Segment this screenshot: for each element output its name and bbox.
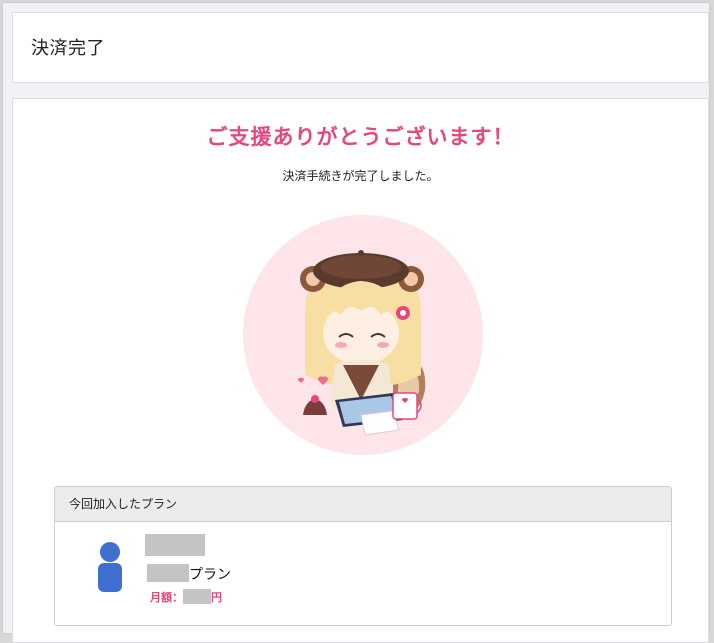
price-label: 月額： — [150, 591, 183, 604]
header-card: 決済完了 — [12, 12, 709, 83]
plan-panel-heading: 今回加入したプラン — [55, 487, 671, 522]
thanks-heading: ご支援ありがとうございます！ — [206, 125, 515, 149]
redacted-creator-name — [145, 534, 205, 556]
completion-message: 決済手続きが完了しました。 — [282, 169, 439, 183]
page-frame: 決済完了 ご支援ありがとうございます！ 決済手続きが完了しました。 今回加入した… — [2, 2, 710, 643]
plan-suffix: プラン — [189, 567, 231, 583]
monthly-price: 月額： 円 — [150, 589, 222, 604]
completion-card: ご支援ありがとうございます！ 決済手続きが完了しました。 今回加入したプラン プ… — [12, 98, 709, 643]
chibi-squirrel-girl-illustration — [243, 215, 483, 455]
redacted-price-amount — [183, 589, 211, 604]
joined-plan-panel: 今回加入したプラン プラン 月額： 円 — [54, 486, 672, 626]
currency-label: 円 — [211, 591, 222, 604]
plan-name: プラン — [147, 564, 231, 583]
page-title: 決済完了 — [31, 38, 105, 59]
user-icon — [98, 542, 122, 592]
redacted-plan-name — [147, 564, 189, 582]
